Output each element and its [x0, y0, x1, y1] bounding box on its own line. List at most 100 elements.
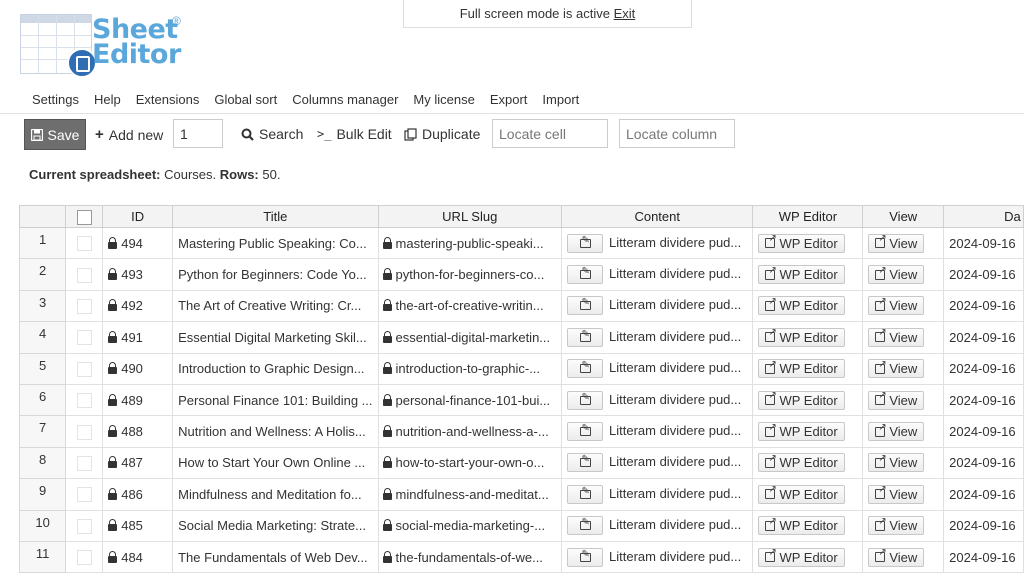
- content-cell[interactable]: Litteram dividere pud...: [560, 352, 754, 385]
- menu-columns-manager[interactable]: Columns manager: [292, 92, 398, 107]
- row-checkbox[interactable]: [76, 267, 92, 283]
- content-cell[interactable]: Litteram dividere pud...: [560, 446, 754, 480]
- content-cell[interactable]: Litteram dividere pud...: [560, 258, 754, 291]
- menu-settings[interactable]: Settings: [32, 92, 79, 107]
- view-button[interactable]: View: [868, 422, 925, 442]
- save-button[interactable]: Save: [24, 119, 86, 150]
- title-cell[interactable]: The Fundamentals of Web Dev...: [172, 540, 379, 574]
- date-cell[interactable]: 2024-09-16: [943, 321, 1024, 354]
- wp-editor-button[interactable]: WP Editor: [758, 453, 845, 473]
- title-cell[interactable]: Essential Digital Marketing Skil...: [172, 321, 379, 354]
- menu-global-sort[interactable]: Global sort: [214, 92, 277, 107]
- row-checkbox-cell[interactable]: [65, 383, 104, 417]
- edit-content-button[interactable]: [567, 296, 603, 316]
- wp-editor-button[interactable]: WP Editor: [758, 422, 845, 442]
- row-checkbox[interactable]: [76, 330, 92, 346]
- row-checkbox-cell[interactable]: [65, 289, 104, 323]
- column-header-date[interactable]: Da: [943, 205, 1024, 228]
- menu-export[interactable]: Export: [490, 92, 528, 107]
- content-cell[interactable]: Litteram dividere pud...: [560, 383, 754, 417]
- row-checkbox[interactable]: [76, 236, 92, 252]
- row-checkbox[interactable]: [76, 424, 92, 440]
- row-checkbox[interactable]: [76, 550, 92, 566]
- locate-cell-input[interactable]: [492, 119, 608, 148]
- title-cell[interactable]: Nutrition and Wellness: A Holis...: [172, 415, 379, 448]
- add-count-input[interactable]: [173, 119, 223, 148]
- menu-my-license[interactable]: My license: [413, 92, 474, 107]
- title-cell[interactable]: Personal Finance 101: Building ...: [172, 383, 379, 417]
- row-checkbox-cell[interactable]: [65, 478, 104, 511]
- date-cell[interactable]: 2024-09-16: [943, 509, 1024, 542]
- duplicate-button[interactable]: Duplicate: [404, 126, 480, 142]
- menu-help[interactable]: Help: [94, 92, 121, 107]
- row-checkbox[interactable]: [76, 393, 92, 409]
- title-cell[interactable]: The Art of Creative Writing: Cr...: [172, 289, 379, 323]
- menu-extensions[interactable]: Extensions: [136, 92, 200, 107]
- edit-content-button[interactable]: [567, 327, 603, 347]
- row-checkbox[interactable]: [76, 361, 92, 377]
- edit-content-button[interactable]: [567, 516, 603, 536]
- title-cell[interactable]: Social Media Marketing: Strate...: [172, 509, 379, 542]
- date-cell[interactable]: 2024-09-16: [943, 446, 1024, 480]
- select-all-checkbox-header[interactable]: [65, 205, 104, 228]
- row-checkbox-cell[interactable]: [65, 226, 104, 260]
- content-cell[interactable]: Litteram dividere pud...: [560, 478, 754, 511]
- row-checkbox[interactable]: [76, 299, 92, 314]
- view-button[interactable]: View: [868, 265, 925, 285]
- title-cell[interactable]: Mindfulness and Meditation fo...: [172, 478, 379, 511]
- row-checkbox[interactable]: [76, 487, 92, 503]
- content-cell[interactable]: Litteram dividere pud...: [560, 289, 754, 323]
- wp-editor-button[interactable]: WP Editor: [758, 327, 845, 347]
- view-button[interactable]: View: [868, 547, 925, 567]
- edit-content-button[interactable]: [567, 484, 603, 504]
- date-cell[interactable]: 2024-09-16: [943, 540, 1024, 574]
- content-cell[interactable]: Litteram dividere pud...: [560, 509, 754, 542]
- column-header-content[interactable]: Content: [560, 205, 754, 228]
- date-cell[interactable]: 2024-09-16: [943, 289, 1024, 323]
- search-button[interactable]: Search: [241, 126, 303, 142]
- date-cell[interactable]: 2024-09-16: [943, 415, 1024, 448]
- menu-import[interactable]: Import: [542, 92, 579, 107]
- select-all-checkbox[interactable]: [76, 209, 92, 225]
- date-cell[interactable]: 2024-09-16: [943, 478, 1024, 511]
- edit-content-button[interactable]: [567, 453, 603, 473]
- wp-editor-button[interactable]: WP Editor: [758, 296, 845, 316]
- locate-column-input[interactable]: [619, 119, 735, 148]
- row-checkbox-cell[interactable]: [65, 540, 104, 574]
- bulk-edit-button[interactable]: >_ Bulk Edit: [317, 126, 392, 142]
- wp-editor-button[interactable]: WP Editor: [758, 390, 845, 410]
- view-button[interactable]: View: [868, 233, 925, 253]
- content-cell[interactable]: Litteram dividere pud...: [560, 540, 754, 574]
- content-cell[interactable]: Litteram dividere pud...: [560, 321, 754, 354]
- view-button[interactable]: View: [868, 516, 925, 536]
- content-cell[interactable]: Litteram dividere pud...: [560, 226, 754, 260]
- wp-editor-button[interactable]: WP Editor: [758, 547, 845, 567]
- edit-content-button[interactable]: [567, 422, 603, 442]
- column-header-url-slug[interactable]: URL Slug: [377, 205, 563, 228]
- view-button[interactable]: View: [868, 453, 925, 473]
- date-cell[interactable]: 2024-09-16: [943, 383, 1024, 417]
- edit-content-button[interactable]: [567, 547, 603, 567]
- row-checkbox[interactable]: [76, 455, 92, 471]
- edit-content-button[interactable]: [567, 390, 603, 410]
- view-button[interactable]: View: [868, 390, 925, 410]
- edit-content-button[interactable]: [567, 359, 603, 379]
- column-header-view[interactable]: View: [862, 205, 945, 228]
- column-header-wp-editor[interactable]: WP Editor: [752, 205, 864, 228]
- row-checkbox-cell[interactable]: [65, 352, 104, 385]
- view-button[interactable]: View: [868, 359, 925, 379]
- title-cell[interactable]: Python for Beginners: Code Yo...: [172, 258, 379, 291]
- content-cell[interactable]: Litteram dividere pud...: [560, 415, 754, 448]
- column-header-id[interactable]: ID: [102, 205, 174, 228]
- title-cell[interactable]: Mastering Public Speaking: Co...: [172, 226, 379, 260]
- title-cell[interactable]: How to Start Your Own Online ...: [172, 446, 379, 480]
- wp-editor-button[interactable]: WP Editor: [758, 484, 845, 504]
- wp-editor-button[interactable]: WP Editor: [758, 359, 845, 379]
- wp-editor-button[interactable]: WP Editor: [758, 233, 845, 253]
- view-button[interactable]: View: [868, 296, 925, 316]
- add-new-button[interactable]: + Add new: [95, 126, 163, 143]
- row-checkbox-cell[interactable]: [65, 415, 104, 448]
- column-header-title[interactable]: Title: [172, 205, 379, 228]
- row-checkbox[interactable]: [76, 518, 92, 534]
- view-button[interactable]: View: [868, 484, 925, 504]
